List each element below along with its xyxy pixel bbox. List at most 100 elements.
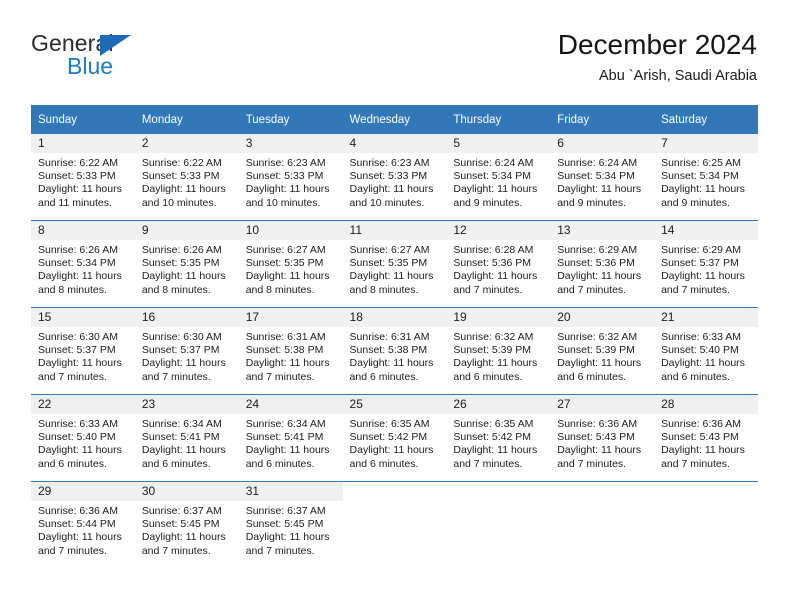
day-cell[interactable]: 14 Sunrise: 6:29 AM Sunset: 5:37 PM Dayligh… (654, 220, 758, 308)
day-cell[interactable]: 10 Sunrise: 6:27 AM Sunset: 5:35 PM Dayligh… (238, 220, 343, 308)
daylight-text-line1: Daylight: 11 hours (245, 444, 330, 457)
day-cell[interactable]: 22 Sunrise: 6:33 AM Sunset: 5:40 PM Dayligh… (31, 394, 135, 482)
day-number: 6 (550, 134, 655, 153)
day-cell[interactable]: 19 Sunrise: 6:32 AM Sunset: 5:39 PM Dayligh… (446, 307, 551, 395)
daylight-text-line1: Daylight: 11 hours (557, 444, 642, 457)
day-cell[interactable]: 6 Sunrise: 6:24 AM Sunset: 5:34 PM Daylight… (550, 134, 655, 221)
weekday-header-saturday: Saturday (654, 105, 758, 134)
daylight-text-line1: Daylight: 11 hours (349, 270, 434, 283)
daylight-text-line2: and 9 minutes. (661, 196, 730, 209)
sunrise-text: Sunrise: 6:23 AM (245, 157, 326, 169)
sunset-text: Sunset: 5:36 PM (453, 257, 532, 270)
daylight-text-line2: and 6 minutes. (661, 370, 730, 383)
sunset-text: Sunset: 5:43 PM (661, 431, 739, 444)
day-cell[interactable]: 29 Sunrise: 6:36 AM Sunset: 5:44 PM Dayligh… (31, 481, 135, 568)
day-cell[interactable]: 2 Sunrise: 6:22 AM Sunset: 5:33 PM Daylight… (134, 134, 239, 221)
sunrise-text: Sunrise: 6:35 AM (453, 418, 534, 430)
day-cell[interactable]: 1 Sunrise: 6:22 AM Sunset: 5:33 PM Daylight… (31, 134, 135, 221)
day-number: 9 (134, 221, 239, 240)
sunrise-text: Sunrise: 6:34 AM (141, 418, 222, 430)
day-cell[interactable]: 4 Sunrise: 6:23 AM Sunset: 5:33 PM Daylight… (342, 134, 447, 221)
day-details: Sunrise: 6:36 AM Sunset: 5:44 PM Daylight:… (31, 501, 135, 558)
day-cell[interactable]: 25 Sunrise: 6:35 AM Sunset: 5:42 PM Dayligh… (342, 394, 447, 482)
sunrise-text: Sunrise: 6:22 AM (38, 157, 118, 169)
day-cell[interactable]: 3 Sunrise: 6:23 AM Sunset: 5:33 PM Daylight… (238, 134, 343, 221)
day-cell[interactable]: 9 Sunrise: 6:26 AM Sunset: 5:35 PM Daylight… (134, 220, 239, 308)
day-cell[interactable]: 17 Sunrise: 6:31 AM Sunset: 5:38 PM Dayligh… (238, 307, 343, 395)
weekday-header-friday: Friday (550, 105, 655, 134)
sunrise-text: Sunrise: 6:23 AM (349, 157, 430, 169)
page-subtitle-location: Abu `Arish, Saudi Arabia (599, 68, 757, 84)
day-cell[interactable]: 27 Sunrise: 6:36 AM Sunset: 5:43 PM Dayligh… (550, 394, 655, 482)
daylight-text-line2: and 9 minutes. (453, 196, 523, 209)
day-cell[interactable]: 31 Sunrise: 6:37 AM Sunset: 5:45 PM Dayligh… (238, 481, 343, 568)
day-number: 19 (446, 308, 551, 327)
day-cell[interactable]: 23 Sunrise: 6:34 AM Sunset: 5:41 PM Dayligh… (134, 394, 239, 482)
sunrise-text: Sunrise: 6:36 AM (38, 505, 118, 517)
sunrise-text: Sunrise: 6:30 AM (38, 331, 118, 343)
day-number: 18 (342, 308, 447, 327)
calendar-grid: Sunday Monday Tuesday Wednesday Thursday… (31, 105, 758, 568)
day-number: 4 (342, 134, 447, 153)
day-details: Sunrise: 6:34 AM Sunset: 5:41 PM Daylight:… (135, 414, 239, 471)
weekday-header-row: Sunday Monday Tuesday Wednesday Thursday… (31, 105, 758, 134)
calendar-header-row-group: Sunday Monday Tuesday Wednesday Thursday… (31, 105, 758, 134)
day-number: 2 (134, 134, 239, 153)
day-details: Sunrise: 6:30 AM Sunset: 5:37 PM Daylight:… (135, 327, 239, 384)
day-details: Sunrise: 6:37 AM Sunset: 5:45 PM Daylight:… (135, 501, 239, 558)
day-number: 28 (654, 395, 758, 414)
sunrise-text: Sunrise: 6:29 AM (557, 244, 638, 256)
day-cell[interactable]: 13 Sunrise: 6:29 AM Sunset: 5:36 PM Dayligh… (550, 220, 655, 308)
sunrise-text: Sunrise: 6:31 AM (349, 331, 430, 343)
day-details: Sunrise: 6:34 AM Sunset: 5:41 PM Daylight:… (239, 414, 343, 471)
daylight-text-line2: and 7 minutes. (453, 283, 523, 296)
week-row: 22 Sunrise: 6:33 AM Sunset: 5:40 PM Dayligh… (31, 394, 758, 482)
day-cell[interactable]: 11 Sunrise: 6:27 AM Sunset: 5:35 PM Dayligh… (342, 220, 447, 308)
daylight-text-line1: Daylight: 11 hours (141, 444, 226, 457)
day-details: Sunrise: 6:30 AM Sunset: 5:37 PM Daylight:… (31, 327, 135, 384)
day-number (550, 482, 655, 501)
daylight-text-line2: and 7 minutes. (38, 370, 107, 383)
day-cell[interactable]: 28 Sunrise: 6:36 AM Sunset: 5:43 PM Dayligh… (654, 394, 758, 482)
day-cell[interactable]: 5 Sunrise: 6:24 AM Sunset: 5:34 PM Daylight… (446, 134, 551, 221)
sunrise-text: Sunrise: 6:32 AM (557, 331, 638, 343)
daylight-text-line1: Daylight: 11 hours (245, 357, 330, 370)
day-cell[interactable]: 15 Sunrise: 6:30 AM Sunset: 5:37 PM Dayligh… (31, 307, 135, 395)
day-cell[interactable]: 12 Sunrise: 6:28 AM Sunset: 5:36 PM Dayligh… (446, 220, 551, 308)
sunset-text: Sunset: 5:37 PM (38, 344, 116, 357)
daylight-text-line1: Daylight: 11 hours (349, 357, 434, 370)
daylight-text-line1: Daylight: 11 hours (141, 357, 226, 370)
day-number: 3 (238, 134, 343, 153)
daylight-text-line1: Daylight: 11 hours (453, 270, 538, 283)
day-cell[interactable]: 24 Sunrise: 6:34 AM Sunset: 5:41 PM Dayligh… (238, 394, 343, 482)
brand-logo[interactable]: General Blue (31, 30, 261, 92)
daylight-text-line1: Daylight: 11 hours (38, 531, 122, 544)
sunrise-text: Sunrise: 6:29 AM (661, 244, 742, 256)
day-number: 29 (31, 482, 135, 501)
day-cell[interactable]: 30 Sunrise: 6:37 AM Sunset: 5:45 PM Dayligh… (134, 481, 239, 568)
daylight-text-line2: and 7 minutes. (141, 370, 211, 383)
daylight-text-line1: Daylight: 11 hours (557, 183, 642, 196)
day-cell[interactable]: 18 Sunrise: 6:31 AM Sunset: 5:38 PM Dayligh… (342, 307, 447, 395)
sunset-text: Sunset: 5:40 PM (661, 344, 739, 357)
daylight-text-line1: Daylight: 11 hours (661, 357, 745, 370)
sunrise-text: Sunrise: 6:27 AM (349, 244, 430, 256)
day-cell[interactable]: 7 Sunrise: 6:25 AM Sunset: 5:34 PM Daylight… (654, 134, 758, 221)
sunrise-text: Sunrise: 6:27 AM (245, 244, 326, 256)
day-cell[interactable]: 16 Sunrise: 6:30 AM Sunset: 5:37 PM Dayligh… (134, 307, 239, 395)
day-details: Sunrise: 6:24 AM Sunset: 5:34 PM Daylight:… (550, 153, 654, 210)
day-number (446, 482, 551, 501)
day-cell[interactable]: 26 Sunrise: 6:35 AM Sunset: 5:42 PM Dayligh… (446, 394, 551, 482)
day-cell[interactable]: 8 Sunrise: 6:26 AM Sunset: 5:34 PM Daylight… (31, 220, 135, 308)
daylight-text-line2: and 7 minutes. (557, 283, 627, 296)
sunrise-text: Sunrise: 6:22 AM (141, 157, 222, 169)
day-cell[interactable]: 21 Sunrise: 6:33 AM Sunset: 5:40 PM Dayligh… (654, 307, 758, 395)
daylight-text-line1: Daylight: 11 hours (245, 270, 330, 283)
daylight-text-line2: and 7 minutes. (141, 544, 211, 557)
day-cell[interactable]: 20 Sunrise: 6:32 AM Sunset: 5:39 PM Dayligh… (550, 307, 655, 395)
sunrise-text: Sunrise: 6:36 AM (661, 418, 742, 430)
sunset-text: Sunset: 5:45 PM (141, 518, 220, 531)
daylight-text-line2: and 8 minutes. (38, 283, 107, 296)
daylight-text-line2: and 9 minutes. (557, 196, 627, 209)
day-cell-empty (342, 481, 447, 568)
